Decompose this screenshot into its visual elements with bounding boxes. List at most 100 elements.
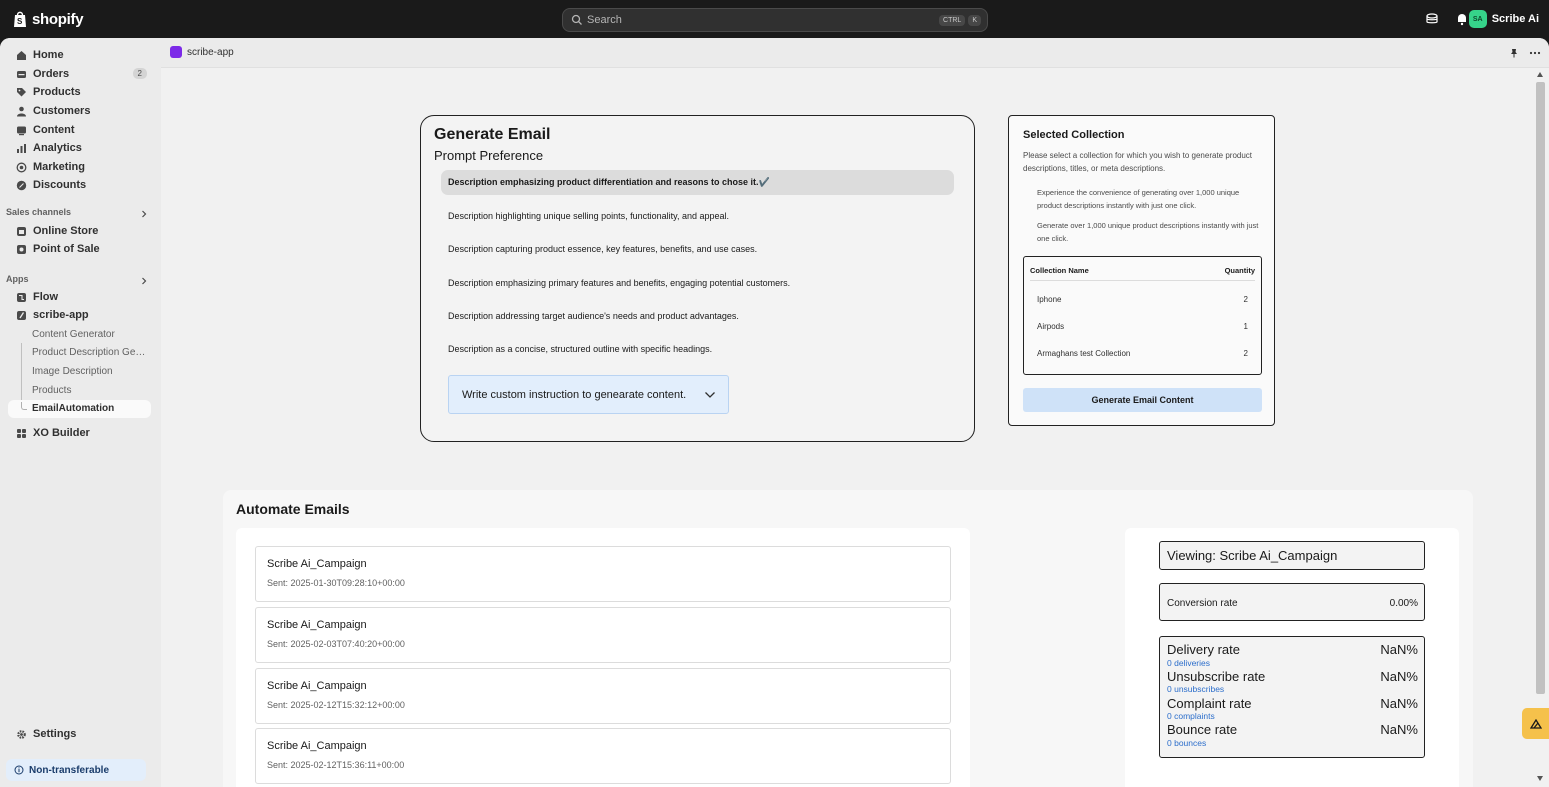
brand-name: shopify [32, 10, 84, 28]
campaign-item[interactable]: Scribe Ai_Campaign Sent: 2025-01-30T09:2… [255, 546, 951, 602]
conversion-rate-box: Conversion rate 0.00% [1159, 583, 1425, 621]
sidebar-item-discounts[interactable]: Discounts [8, 176, 151, 194]
table-cell-name: Iphone [1037, 295, 1062, 304]
search-icon [571, 14, 582, 25]
bell-icon[interactable] [1455, 12, 1469, 26]
sidebar-item-scribe-app[interactable]: scribe-app [8, 306, 151, 324]
sidebar-item-label: Content [33, 124, 75, 136]
pin-icon[interactable] [1509, 48, 1519, 58]
sidebar: Home Orders 2 Products Customers Content… [0, 38, 161, 787]
campaign-item[interactable]: Scribe Ai_Campaign Sent: 2025-02-12T15:3… [255, 728, 951, 784]
sidebar-item-analytics[interactable]: Analytics [8, 139, 151, 157]
complaint-rate-value: NaN% [1380, 696, 1418, 711]
collection-note: Experience the convenience of generating… [1037, 188, 1240, 210]
campaign-stats-panel: Viewing: Scribe Ai_Campaign Conversion r… [1125, 528, 1459, 787]
grid-icon [17, 428, 26, 438]
bounce-rate-value: NaN% [1380, 722, 1418, 737]
generate-email-content-button[interactable]: Generate Email Content [1023, 388, 1262, 412]
store-icon [17, 226, 26, 236]
table-cell-qty: 1 [1243, 322, 1248, 331]
campaign-list: Scribe Ai_Campaign Sent: 2025-01-30T09:2… [236, 528, 970, 787]
non-transferable-banner[interactable]: Non-transferable [6, 759, 146, 781]
sidebar-item-label: Marketing [33, 161, 85, 173]
automate-emails-title: Automate Emails [236, 501, 350, 517]
search-placeholder: Search [587, 14, 622, 26]
pos-icon [17, 244, 26, 254]
sidebar-item-marketing[interactable]: Marketing [8, 158, 151, 176]
selected-collection-title: Selected Collection [1023, 129, 1125, 141]
scroll-down-arrow[interactable] [1537, 776, 1543, 781]
generate-email-card: Generate Email Prompt Preference Descrip… [420, 115, 975, 442]
sidebar-item-label: Home [33, 49, 64, 61]
bounce-count-link[interactable]: 0 bounces [1167, 738, 1206, 748]
campaign-name: Scribe Ai_Campaign [267, 619, 367, 631]
campaign-name: Scribe Ai_Campaign [267, 740, 367, 752]
sidebar-sub-email-automation[interactable]: EmailAutomation [8, 400, 151, 418]
user-menu[interactable]: SA Scribe Ai [1468, 10, 1539, 28]
prompt-option[interactable]: Description emphasizing primary features… [441, 270, 954, 295]
sidebar-item-label: scribe-app [33, 309, 89, 321]
store-switcher-icon[interactable] [1425, 12, 1439, 26]
generate-email-title: Generate Email [434, 126, 551, 143]
chevron-right-icon[interactable] [139, 276, 149, 286]
sidebar-item-flow[interactable]: Flow [8, 288, 151, 306]
collection-description: Please select a collection for which you… [1023, 151, 1253, 173]
sidebar-item-label: Flow [33, 291, 59, 303]
floating-help-button[interactable] [1522, 708, 1549, 739]
prompt-option[interactable]: Description addressing target audience's… [441, 303, 954, 328]
table-cell-name: Armaghans test Collection [1037, 349, 1131, 358]
delivery-count-link[interactable]: 0 deliveries [1167, 658, 1210, 668]
prompt-option[interactable]: Description as a concise, structured out… [441, 336, 954, 361]
sidebar-sub-content-generator[interactable]: Content Generator [32, 329, 150, 340]
unsubscribe-count-link[interactable]: 0 unsubscribes [1167, 684, 1224, 694]
sidebar-item-point-of-sale[interactable]: Point of Sale [8, 240, 151, 258]
viewing-campaign-label: Viewing: Scribe Ai_Campaign [1159, 541, 1425, 570]
prompt-option[interactable]: Description capturing product essence, k… [441, 236, 954, 261]
scroll-up-arrow[interactable] [1537, 72, 1543, 77]
sales-channels-label[interactable]: Sales channels [6, 207, 71, 217]
sidebar-sub-product-description[interactable]: Product Description Generator [32, 347, 150, 358]
search-input[interactable]: Search CTRL K [562, 8, 988, 32]
sidebar-item-settings[interactable]: Settings [8, 725, 151, 743]
shortcut-k: K [968, 14, 981, 26]
prompt-option[interactable]: Description highlighting unique selling … [441, 203, 954, 228]
more-icon[interactable] [1529, 48, 1541, 58]
non-transferable-label: Non-transferable [29, 764, 110, 776]
sidebar-sub-products[interactable]: Products [32, 385, 150, 396]
chevron-right-icon[interactable] [139, 209, 149, 219]
sidebar-item-products[interactable]: Products [8, 83, 151, 101]
apps-label[interactable]: Apps [6, 274, 29, 284]
scrollbar-thumb[interactable] [1536, 82, 1545, 694]
top-bar: S shopify Search CTRL K SA Scribe Ai [0, 0, 1549, 38]
sidebar-sub-label: EmailAutomation [32, 403, 115, 414]
custom-instruction-dropdown[interactable]: Write custom instruction to genearate co… [448, 375, 729, 414]
collection-name-header: Collection Name [1030, 266, 1089, 275]
sidebar-sub-image-description[interactable]: Image Description [32, 366, 150, 377]
person-icon [17, 106, 26, 116]
chevron-down-icon [705, 392, 715, 398]
discount-icon [16, 180, 27, 190]
complaint-rate-label: Complaint rate [1167, 696, 1252, 711]
sidebar-item-content[interactable]: Content [8, 121, 151, 139]
prompt-option[interactable]: Description emphasizing product differen… [441, 170, 954, 195]
sidebar-item-home[interactable]: Home [8, 46, 151, 64]
campaign-sent-time: Sent: 2025-02-12T15:32:12+00:00 [267, 700, 405, 710]
campaign-sent-time: Sent: 2025-02-12T15:36:11+00:00 [267, 760, 405, 770]
sidebar-item-online-store[interactable]: Online Store [8, 222, 151, 240]
campaign-item[interactable]: Scribe Ai_Campaign Sent: 2025-02-03T07:4… [255, 607, 951, 663]
selected-collection-card: Selected Collection Please select a coll… [1008, 115, 1275, 426]
app-header: scribe-app [161, 38, 1549, 68]
user-name: Scribe Ai [1491, 13, 1539, 25]
sidebar-item-xo-builder[interactable]: XO Builder [8, 424, 151, 442]
rates-box: Delivery rate NaN% 0 deliveries Unsubscr… [1159, 636, 1425, 758]
table-cell-qty: 2 [1243, 349, 1248, 358]
campaign-item[interactable]: Scribe Ai_Campaign Sent: 2025-02-12T15:3… [255, 668, 951, 724]
target-icon [16, 162, 27, 172]
conversion-rate-label: Conversion rate [1167, 598, 1238, 609]
shopify-logo[interactable]: S shopify [12, 10, 84, 28]
sidebar-item-customers[interactable]: Customers [8, 102, 151, 120]
sidebar-item-label: Discounts [33, 179, 87, 191]
sidebar-item-orders[interactable]: Orders 2 [8, 65, 151, 83]
complaint-count-link[interactable]: 0 complaints [1167, 711, 1215, 721]
gear-icon [17, 729, 26, 739]
